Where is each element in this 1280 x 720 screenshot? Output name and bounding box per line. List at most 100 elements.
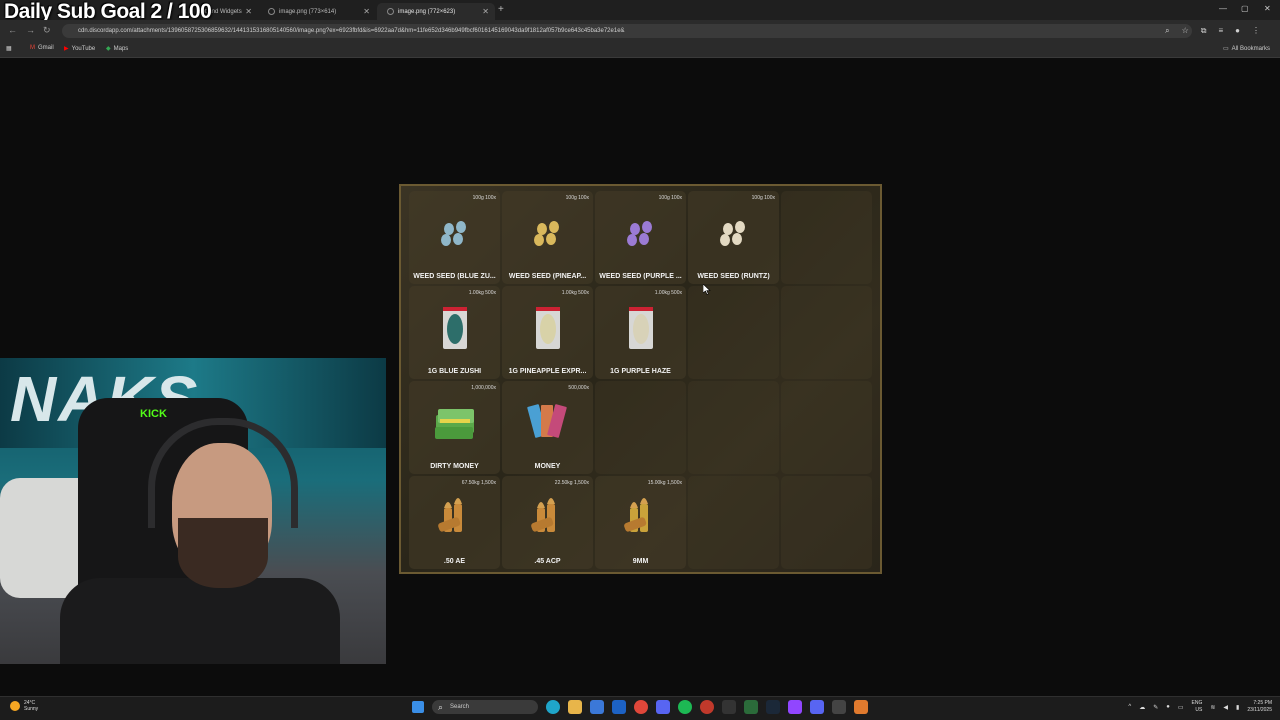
inventory-slot-empty[interactable] <box>688 381 779 474</box>
menu-icon[interactable]: ⋮ <box>1252 26 1260 36</box>
language-indicator[interactable]: ENG US <box>1192 700 1203 714</box>
taskbar-apps: Search <box>412 700 868 714</box>
chrome-icon[interactable] <box>634 700 648 714</box>
inventory-slot-empty[interactable] <box>781 191 872 284</box>
maximize-icon[interactable]: ▢ <box>1241 4 1249 13</box>
outlook-icon[interactable] <box>612 700 626 714</box>
apps-icon[interactable]: ▦ <box>6 45 12 52</box>
bookmark-maps[interactable]: ◆ Maps <box>106 45 129 53</box>
reload-icon[interactable]: ↻ <box>43 25 51 36</box>
slot-label: 1G PURPLE HAZE <box>610 368 671 375</box>
close-icon[interactable]: ✕ <box>363 7 370 16</box>
globe-icon <box>387 8 394 15</box>
app2-icon[interactable] <box>832 700 846 714</box>
inventory-slot[interactable]: 1,000,000x DIRTY MONEY <box>409 381 500 474</box>
bookmark-label: YouTube <box>71 45 96 52</box>
back-icon[interactable]: ← <box>8 25 17 35</box>
slot-weight: 1,000,000x <box>471 385 496 391</box>
minecraft-icon[interactable] <box>744 700 758 714</box>
inventory-slot[interactable]: 1.00kg 500x 1G BLUE ZUSHI <box>409 286 500 379</box>
weather-widget[interactable]: 24°C Sunny <box>10 700 38 712</box>
browser-tab-1[interactable]: image.png (773×614) ✕ <box>258 3 376 20</box>
capcut-icon[interactable] <box>722 700 736 714</box>
close-icon[interactable]: ✕ <box>482 7 489 16</box>
tab-label: image.png (773×614) <box>279 8 337 15</box>
inventory-slot[interactable]: 1.00kg 500x 1G PINEAPPLE EXPR... <box>502 286 593 379</box>
close-window-icon[interactable]: ✕ <box>1264 4 1271 13</box>
inventory-slot-empty[interactable] <box>688 286 779 379</box>
browser-tab-2[interactable]: image.png (772×623) ✕ <box>377 3 495 20</box>
inventory-grid: 100g 100x WEED SEED (BLUE ZU... 100g 100x W… <box>409 191 872 569</box>
all-bookmarks-label: All Bookmarks <box>1231 45 1271 52</box>
close-icon[interactable]: ✕ <box>245 7 252 16</box>
slot-label: WEED SEED (BLUE ZU... <box>413 273 496 280</box>
bookmark-gmail[interactable]: M Gmail <box>30 45 54 51</box>
discord-icon[interactable] <box>656 700 670 714</box>
inventory-slot-empty[interactable] <box>595 381 686 474</box>
all-bookmarks[interactable]: ▭ All Bookmarks <box>1223 45 1271 53</box>
inventory-slot[interactable]: 500,000x MONEY <box>502 381 593 474</box>
inventory-slot-empty[interactable] <box>781 286 872 379</box>
inventory-slot[interactable]: 100g 100x WEED SEED (PINEAP... <box>502 191 593 284</box>
minimize-icon[interactable]: — <box>1219 4 1227 13</box>
file-explorer-icon[interactable] <box>568 700 582 714</box>
inventory-image: 100g 100x WEED SEED (BLUE ZU... 100g 100x W… <box>399 184 882 574</box>
chevron-up-icon[interactable]: ^ <box>1128 704 1131 710</box>
slot-weight: 500,000x <box>568 385 589 391</box>
edge-icon[interactable] <box>546 700 560 714</box>
pen-icon[interactable]: ✎ <box>1153 704 1158 711</box>
bookmark-label: Maps <box>113 45 129 52</box>
inventory-slot-empty[interactable] <box>688 476 779 569</box>
twitch-icon[interactable] <box>788 700 802 714</box>
windows-start-icon[interactable] <box>412 701 424 713</box>
webcam-overlay: NAKS KICK <box>0 358 386 664</box>
slot-weight: 1.00kg 500x <box>654 290 682 296</box>
steam-icon[interactable] <box>766 700 780 714</box>
media-icon[interactable]: ≡ <box>1218 26 1223 36</box>
streamer-beard <box>178 518 268 588</box>
zoom-icon[interactable]: ⌕ <box>1165 26 1169 36</box>
cash-icon <box>434 408 474 439</box>
inventory-slot-empty[interactable] <box>781 381 872 474</box>
display-icon[interactable]: ▭ <box>1178 704 1184 711</box>
bullets-icon <box>623 497 648 532</box>
lang-top: ENG <box>1191 700 1203 706</box>
slot-label: WEED SEED (RUNTZ) <box>697 273 770 280</box>
mic-icon[interactable]: ● <box>1166 704 1170 710</box>
cloud-icon[interactable]: ☁ <box>1139 704 1145 711</box>
taskbar-search[interactable]: Search <box>432 700 538 714</box>
spotify-icon[interactable] <box>678 700 692 714</box>
bookmark-star-icon[interactable]: ☆ <box>1182 26 1189 36</box>
inventory-slot[interactable]: 67.50kg 1,500x .50 AE <box>409 476 500 569</box>
slot-weight: 1.00kg 500x <box>468 290 496 296</box>
slot-label: 9MM <box>632 558 649 565</box>
youtube-icon: ▶ <box>64 46 69 52</box>
inventory-slot[interactable]: 15.00kg 1,500x 9MM <box>595 476 686 569</box>
forward-icon[interactable]: → <box>26 25 35 35</box>
url-field[interactable]: cdn.discordapp.com/attachments/139605872… <box>62 24 1192 38</box>
extensions-icon[interactable]: ⧉ <box>1201 26 1207 36</box>
seed-icon <box>626 220 652 246</box>
inventory-slot[interactable]: 22.50kg 1,500x .45 ACP <box>502 476 593 569</box>
inventory-slot[interactable]: 1.00kg 500x 1G PURPLE HAZE <box>595 286 686 379</box>
kick-logo: KICK <box>140 408 167 420</box>
clock-time: 7:25 PM <box>1253 700 1272 706</box>
battery-icon[interactable]: ▮ <box>1236 704 1239 711</box>
clock[interactable]: 7:25 PM 23/11/2025 <box>1247 700 1272 714</box>
bookmark-youtube[interactable]: ▶ YouTube <box>64 45 96 53</box>
inventory-slot[interactable]: 100g 100x WEED SEED (BLUE ZU... <box>409 191 500 284</box>
inventory-slot[interactable]: 100g 100x WEED SEED (PURPLE ... <box>595 191 686 284</box>
wifi-icon[interactable]: ≋ <box>1210 704 1215 711</box>
inventory-slot[interactable]: 100g 100x WEED SEED (RUNTZ) <box>688 191 779 284</box>
slot-label: MONEY <box>534 463 561 470</box>
inventory-slot-empty[interactable] <box>781 476 872 569</box>
slot-weight: 22.50kg 1,500x <box>554 480 589 486</box>
app-icon[interactable] <box>700 700 714 714</box>
new-tab-button[interactable]: + <box>498 4 504 15</box>
teams-icon[interactable] <box>810 700 824 714</box>
app3-icon[interactable] <box>854 700 868 714</box>
profile-icon[interactable]: ● <box>1235 26 1240 36</box>
bag-icon <box>535 306 560 349</box>
store-icon[interactable] <box>590 700 604 714</box>
volume-icon[interactable]: ◀ <box>1223 704 1228 711</box>
